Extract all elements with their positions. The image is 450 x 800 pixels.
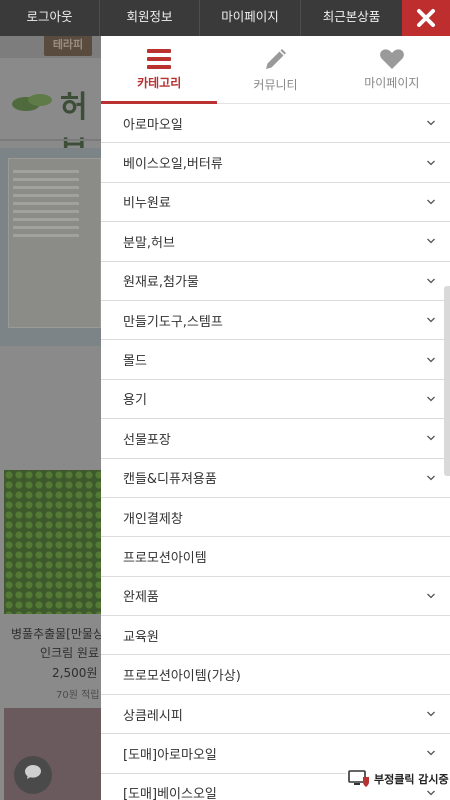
category-item-label: [도매]아로마오일 — [123, 747, 217, 763]
category-item[interactable]: 원재료,첨가물 — [101, 262, 450, 301]
category-item-label: [도매]베이스오일 — [123, 787, 217, 800]
chevron-down-icon[interactable] — [426, 748, 436, 758]
category-item-label: 개인결제창 — [123, 511, 183, 527]
category-item[interactable]: 분말,허브 — [101, 222, 450, 262]
leaf-logo-icon — [12, 94, 52, 111]
category-item[interactable]: 개인결제창 — [101, 498, 450, 538]
category-item[interactable]: 몰드 — [101, 340, 450, 380]
category-item-label: 캔들&디퓨져용품 — [123, 472, 217, 488]
category-item[interactable]: 선물포장 — [101, 419, 450, 459]
close-x-icon — [417, 9, 435, 27]
heart-icon — [379, 49, 404, 69]
chat-bubble-icon[interactable] — [14, 756, 52, 794]
category-item-label: 몰드 — [123, 354, 147, 370]
pencil-icon — [266, 49, 287, 69]
category-item-label: 교육원 — [123, 629, 159, 645]
fraud-click-monitor-badge: 부정클릭 감시중 — [346, 768, 450, 790]
background-notice-card — [8, 158, 101, 328]
tab-mypage[interactable]: 마이페이지 — [334, 36, 450, 103]
category-item-label: 프로모션아이템(가상) — [123, 669, 241, 685]
background-product-image — [4, 470, 101, 614]
category-item-label: 원재료,첨가물 — [123, 275, 199, 291]
category-item[interactable]: 비누원료 — [101, 183, 450, 223]
side-menu-panel: 카테고리 커뮤니티 마이페이지 아로마오일베이스오일,버터류비누원료분말,허브원… — [101, 36, 450, 800]
mypage-link[interactable]: 마이페이지 — [200, 0, 301, 36]
tab-mypage-label: 마이페이지 — [364, 76, 420, 90]
chevron-down-icon[interactable] — [426, 118, 436, 128]
category-item-label: 선물포장 — [123, 432, 171, 448]
chevron-down-icon[interactable] — [426, 591, 436, 601]
background-product-price: 2,500원 — [52, 666, 98, 680]
category-item[interactable]: 완제품 — [101, 577, 450, 617]
chevron-down-icon[interactable] — [426, 236, 436, 246]
category-list: 아로마오일베이스오일,버터류비누원료분말,허브원재료,첨가물만들기도구,스템프몰… — [101, 104, 450, 800]
background-page: 테라피 허브 병풀추출물[만물상 인크림 원료 2,500원 70원 적립 — [0, 36, 101, 800]
background-product-name-2: 인크림 원료 — [40, 646, 100, 660]
category-item-label: 상큼레시피 — [123, 708, 183, 724]
category-item[interactable]: 만들기도구,스템프 — [101, 301, 450, 341]
category-item-label: 완제품 — [123, 590, 159, 606]
category-item[interactable]: 프로모션아이템 — [101, 537, 450, 577]
tab-category-label: 카테고리 — [137, 76, 182, 90]
category-item[interactable]: 베이스오일,버터류 — [101, 143, 450, 183]
category-item[interactable]: 상큼레시피 — [101, 695, 450, 735]
category-item-label: 분말,허브 — [123, 235, 175, 251]
background-product-name: 병풀추출물[만물상 — [10, 627, 101, 641]
menu-tabs: 카테고리 커뮤니티 마이페이지 — [101, 36, 450, 104]
chevron-down-icon[interactable] — [426, 473, 436, 483]
scroll-handle[interactable] — [444, 286, 450, 476]
tab-category[interactable]: 카테고리 — [101, 36, 218, 104]
fraud-badge-text: 부정클릭 감시중 — [374, 773, 449, 786]
menu-list-icon — [147, 49, 172, 69]
logout-link[interactable]: 로그아웃 — [0, 0, 100, 36]
top-bar: 로그아웃 회원정보 마이페이지 최근본상품 — [0, 0, 450, 36]
background-product-points: 70원 적립 — [56, 690, 100, 701]
tab-community-label: 커뮤니티 — [253, 78, 298, 92]
category-item[interactable]: 교육원 — [101, 616, 450, 656]
chevron-down-icon[interactable] — [426, 709, 436, 719]
category-item-label: 비누원료 — [123, 196, 171, 212]
category-item[interactable]: 프로모션아이템(가상) — [101, 655, 450, 695]
recent-products-link[interactable]: 최근본상품 — [301, 0, 402, 36]
chevron-down-icon[interactable] — [426, 355, 436, 365]
category-item[interactable]: 아로마오일 — [101, 104, 450, 144]
background-divider — [0, 139, 101, 141]
close-menu-button[interactable] — [402, 0, 450, 36]
category-item-label: 용기 — [123, 393, 147, 409]
category-item[interactable]: 캔들&디퓨져용품 — [101, 459, 450, 498]
category-item[interactable]: 용기 — [101, 380, 450, 420]
monitor-shield-icon — [348, 770, 369, 787]
chevron-down-icon[interactable] — [426, 276, 436, 286]
category-item-label: 만들기도구,스템프 — [123, 314, 223, 330]
category-item-label: 아로마오일 — [123, 117, 183, 133]
category-item-label: 프로모션아이템 — [123, 550, 207, 566]
chevron-down-icon[interactable] — [426, 394, 436, 404]
chevron-down-icon[interactable] — [426, 158, 436, 168]
member-info-link[interactable]: 회원정보 — [100, 0, 200, 36]
background-logo: 테라피 — [44, 36, 92, 56]
chevron-down-icon[interactable] — [426, 197, 436, 207]
chevron-down-icon[interactable] — [426, 315, 436, 325]
category-item-label: 베이스오일,버터류 — [123, 157, 223, 173]
tab-community[interactable]: 커뮤니티 — [217, 36, 333, 103]
chevron-down-icon[interactable] — [426, 433, 436, 443]
